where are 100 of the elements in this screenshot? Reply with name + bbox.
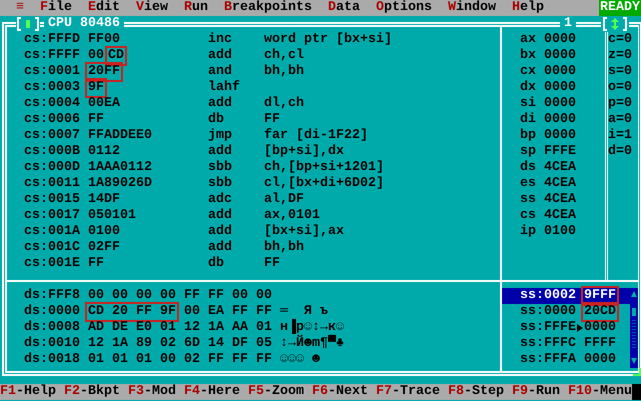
code-bytes: FF00	[88, 32, 120, 48]
dump-bytes: AD DE E0 01 12 1A AA 01	[88, 320, 272, 336]
code-bytes: FF	[88, 112, 104, 128]
mnemonic: sbb	[208, 176, 233, 192]
dump-bytes: 00 EA FF FF	[184, 304, 272, 320]
code-address: cs:0001	[24, 64, 81, 80]
stack-row[interactable]: ss:0000 20CD	[502, 304, 630, 320]
menu-item[interactable]: Data	[328, 0, 360, 16]
mnemonic: jmp	[208, 128, 233, 144]
register-value: 0000	[544, 64, 576, 80]
mnemonic: db	[208, 112, 225, 128]
stack-row[interactable]: ss:0002 9FFF	[502, 288, 630, 304]
dump-address: ds:0008	[24, 320, 81, 336]
register-name: es	[520, 176, 536, 192]
code-bytes: FF	[88, 256, 104, 272]
register-name: cs	[520, 208, 536, 224]
function-key[interactable]: F1-Help	[0, 384, 56, 400]
menu-item[interactable]: Window	[448, 0, 496, 16]
menu-item[interactable]: Edit	[88, 0, 120, 16]
stack-row[interactable]: ss:FFFE 0000	[502, 320, 630, 336]
code-address: cs:0006	[24, 112, 81, 128]
register-value: FFFE	[544, 144, 576, 160]
code-bytes: 050101	[88, 208, 136, 224]
register-name: bp	[520, 128, 536, 144]
function-key[interactable]: F5-Zoom	[248, 384, 304, 400]
code-address: cs:FFFD	[24, 32, 81, 48]
operands: [bx+si],ax	[264, 224, 344, 240]
register-value: 0100	[544, 224, 576, 240]
register-name: bx	[520, 48, 536, 64]
resize-corner-icon[interactable]	[633, 368, 641, 376]
mnemonic: add	[208, 48, 233, 64]
code-address: cs:001C	[24, 240, 81, 256]
scrollbar[interactable]	[630, 288, 638, 368]
menu-item[interactable]: View	[136, 0, 168, 16]
code-bytes: FFADDEE0	[88, 128, 152, 144]
operands: ax,0101	[264, 208, 320, 224]
dump-chars: ═ Я ъ	[280, 304, 328, 319]
flag-value: i=1	[608, 128, 633, 144]
menu-item[interactable]: Options	[376, 0, 432, 16]
flag-value: p=0	[608, 96, 633, 112]
mnemonic: sbb	[208, 160, 233, 176]
mnemonic: add	[208, 96, 233, 112]
code-address: cs:000B	[24, 144, 81, 160]
stack-row[interactable]: ss:FFFC FFFF	[502, 336, 630, 352]
status-indicator: READY	[599, 0, 641, 16]
operands: cl,[bx+di+6D02]	[264, 176, 384, 192]
code-address: cs:001E	[24, 256, 81, 272]
stack-value: FFFF	[584, 336, 616, 352]
function-key[interactable]: F2-Bkpt	[64, 384, 120, 400]
operands: word ptr [bx+si]	[264, 32, 392, 48]
menu-item[interactable]: Breakpoints	[224, 0, 312, 16]
menu-item[interactable]: Help	[512, 0, 544, 16]
register-name: sp	[520, 144, 536, 160]
menu-item[interactable]: Run	[184, 0, 208, 16]
code-address: cs:FFFF	[24, 48, 81, 64]
mnemonic: db	[208, 256, 225, 272]
flag-value: z=0	[608, 48, 633, 64]
function-key[interactable]: F4-Here	[184, 384, 240, 400]
flag-value: s=0	[608, 64, 633, 80]
code-address: cs:0004	[24, 96, 81, 112]
code-bytes: 00EA	[88, 96, 120, 112]
dump-address: ds:0000	[24, 304, 81, 320]
zoom-arrows-icon[interactable]	[601, 16, 629, 32]
operands: ch,cl	[264, 48, 304, 64]
operands: far [di-1F22]	[264, 128, 368, 144]
flag-value: o=0	[608, 80, 633, 96]
code-bytes: 0100	[88, 224, 120, 240]
code-address: cs:0011	[24, 176, 81, 192]
operands: al,DF	[264, 192, 304, 208]
register-value: 4CEA	[544, 176, 576, 192]
mnemonic: adc	[208, 192, 233, 208]
stack-value: 0000	[584, 320, 616, 336]
register-name: di	[520, 112, 536, 128]
highlighted-bytes: 9F	[85, 78, 107, 98]
code-bytes: 0112	[88, 144, 120, 160]
register-name: ip	[520, 224, 536, 240]
code-bytes: 02FF	[88, 240, 120, 256]
register-name: ss	[520, 192, 536, 208]
function-key[interactable]: F7-Trace	[376, 384, 440, 400]
menu-item[interactable]: File	[40, 0, 72, 16]
stack-value: 0000	[584, 352, 616, 368]
stack-row[interactable]: ss:FFFA 0000	[502, 352, 630, 368]
register-name: si	[520, 96, 536, 112]
mnemonic: and	[208, 64, 233, 80]
function-key[interactable]: F9-Run	[512, 384, 560, 400]
operands: ch,[bp+si+1201]	[264, 160, 384, 176]
operands: bh,bh	[264, 64, 304, 80]
function-key[interactable]: F6-Next	[312, 384, 368, 400]
dump-address: ds:FFF8	[24, 288, 81, 304]
operands: FF	[264, 112, 280, 128]
register-value: 4CEA	[544, 160, 576, 176]
function-key[interactable]: F10-Menu	[568, 384, 632, 400]
function-key[interactable]: F8-Step	[448, 384, 504, 400]
close-box-icon[interactable]	[16, 16, 40, 32]
code-bytes: 00	[88, 48, 104, 64]
operands: FF	[264, 256, 280, 272]
operands: [bp+si],dx	[264, 144, 344, 160]
function-key[interactable]: F3-Mod	[128, 384, 176, 400]
register-name: cx	[520, 64, 536, 80]
code-bytes: 14DF	[88, 192, 120, 208]
